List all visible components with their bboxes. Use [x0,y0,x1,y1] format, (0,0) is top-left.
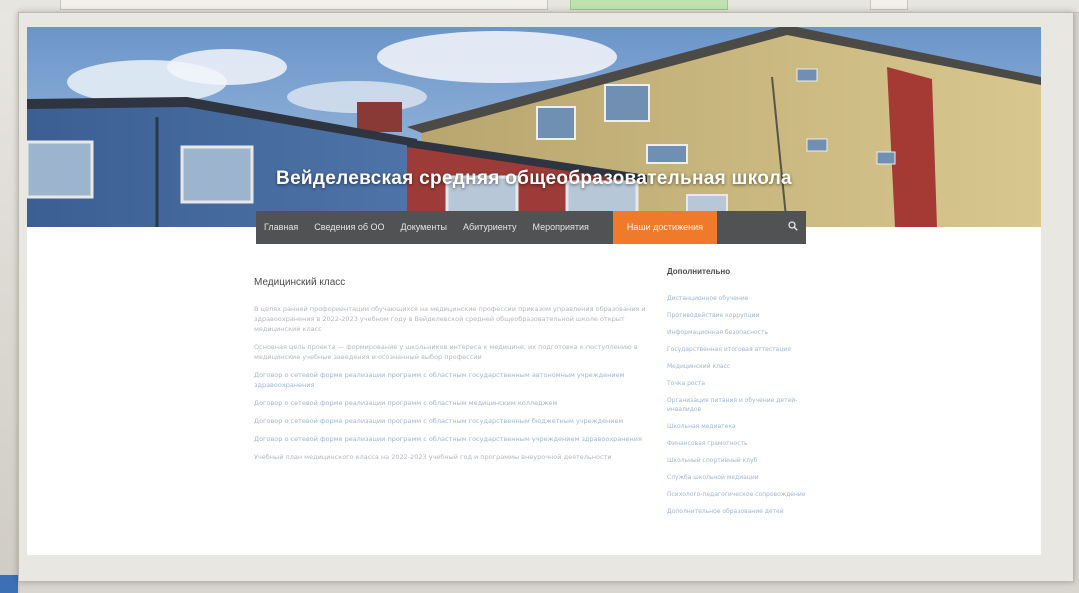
nav-item-documents[interactable]: Документы [393,211,455,244]
background-green-tab [570,0,728,10]
nav-item-achievements[interactable]: Наши достижения [612,211,717,244]
header-banner: Вейделевская средняя общеобразовательная… [27,27,1041,227]
article-paragraph: В целях ранней профориентации обучающихс… [254,305,646,333]
article-document-link[interactable]: Договор о сетевой форме реализации прогр… [254,434,646,444]
article-document-link[interactable]: Договор о сетевой форме реализации прогр… [254,370,646,390]
school-building-photo [27,27,1041,227]
sidebar-link[interactable]: Психолого-педагогическое сопровождение [667,490,809,499]
article-paragraph: Учебный план медицинского класса на 2022… [254,453,612,461]
nav-item-applicants[interactable]: Абитуриенту [455,211,525,244]
article: Медицинский класс В целях ранней профори… [254,277,646,470]
sidebar-link[interactable]: Финансовая грамотность [667,439,809,448]
sidebar-link[interactable]: Государственная итоговая аттестация [667,345,809,354]
site-title[interactable]: Вейделевская средняя общеобразовательная… [27,168,1041,190]
article-document-link[interactable]: Договор о сетевой форме реализации прогр… [254,416,646,426]
sidebar-link[interactable]: Школьный спортивный клуб [667,456,809,465]
taskbar-corner [0,575,18,593]
sidebar-link[interactable]: Точка роста [667,379,809,388]
article-document-link[interactable]: Договор о сетевой форме реализации прогр… [254,398,646,408]
article-paragraph: Основная цель проекта — формирование у ш… [254,343,638,361]
nav-item-events[interactable]: Мероприятия [525,211,597,244]
left-desktop-band [0,12,20,593]
sidebar-link[interactable]: Организация питания и обучение детей-инв… [667,396,809,414]
sidebar-link-medical-class[interactable]: Медицинский класс [667,362,809,371]
web-page: Вейделевская средняя общеобразовательная… [27,27,1041,555]
nav-item-about[interactable]: Сведения об ОО [306,211,392,244]
background-tab [60,0,548,10]
nav-item-home[interactable]: Главная [256,211,306,244]
search-icon[interactable] [788,221,798,231]
sidebar-link[interactable]: Служба школьной медиации [667,473,809,482]
sidebar-link[interactable]: Дополнительное образование детей [667,507,809,516]
sidebar-title: Дополнительно [667,267,731,276]
article-title: Медицинский класс [254,277,346,288]
sidebar-link[interactable]: Дистанционное обучение [667,294,809,303]
sidebar-link[interactable]: Информационная безопасность [667,328,809,337]
sidebar-link[interactable]: Противодействие коррупции [667,311,809,320]
sidebar: Дополнительно Дистанционное обучение Про… [667,267,809,524]
background-tab-small [870,0,908,10]
main-navigation: Главная Сведения об ОО Документы Абитури… [256,211,806,244]
sidebar-link[interactable]: Школьная медиатека [667,422,809,431]
